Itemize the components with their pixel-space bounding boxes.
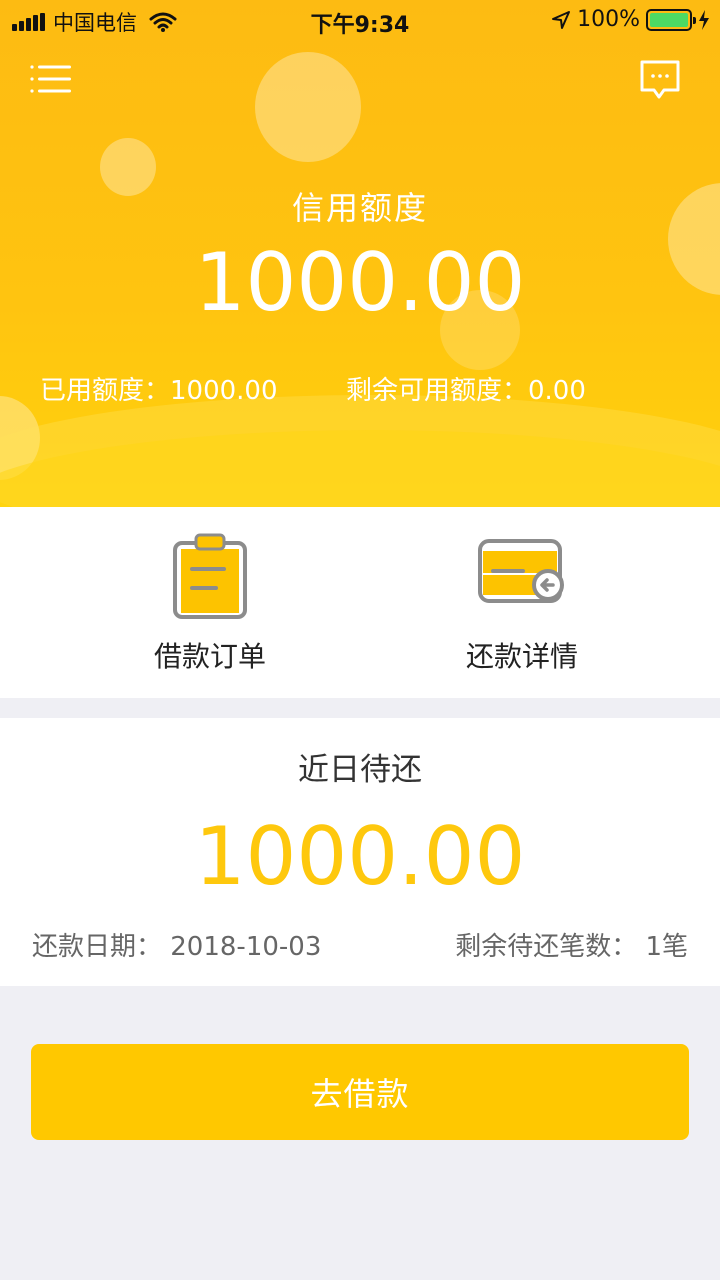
decor-bubble xyxy=(255,52,361,162)
repayment-details-label: 还款详情 xyxy=(465,640,578,673)
loan-orders-button[interactable]: 借款订单 xyxy=(30,507,390,698)
repayment-details-button[interactable]: 还款详情 xyxy=(342,507,702,698)
menu-button[interactable] xyxy=(30,64,72,94)
upcoming-title: 近日待还 xyxy=(298,752,422,788)
credit-limit-title: 信用额度 xyxy=(291,189,428,227)
chat-bubble-icon xyxy=(640,60,680,99)
charging-bolt-icon xyxy=(699,9,709,30)
upcoming-amount: 1000.00 xyxy=(194,810,526,903)
quick-actions: 借款订单 还款详情 xyxy=(0,507,720,698)
status-bar: 中国电信 下午9:34 100% xyxy=(0,0,720,40)
credit-header: 中国电信 下午9:34 100% 信用额度 1000.00 已用额度：1000.… xyxy=(0,0,720,507)
loan-orders-label: 借款订单 xyxy=(153,640,266,673)
repayment-date: 还款日期： 2018-10-03 xyxy=(32,932,322,962)
location-arrow-icon xyxy=(552,10,571,29)
clipboard-order-icon xyxy=(173,533,247,619)
remaining-repayment-count: 剩余待还笔数： 1笔 xyxy=(455,932,688,962)
borrow-button[interactable]: 去借款 xyxy=(31,1044,689,1140)
message-button[interactable] xyxy=(640,60,680,100)
upcoming-repayment-card: 近日待还 1000.00 还款日期： 2018-10-03 剩余待还笔数： 1笔 xyxy=(0,718,720,986)
battery-icon xyxy=(646,8,696,31)
credit-limit-amount: 1000.00 xyxy=(194,236,526,329)
remaining-limit: 剩余可用额度：0.00 xyxy=(346,376,586,406)
battery-percent: 100% xyxy=(577,7,640,32)
card-repay-icon xyxy=(478,539,564,603)
used-limit: 已用额度：1000.00 xyxy=(40,376,278,406)
list-menu-icon xyxy=(30,65,71,93)
